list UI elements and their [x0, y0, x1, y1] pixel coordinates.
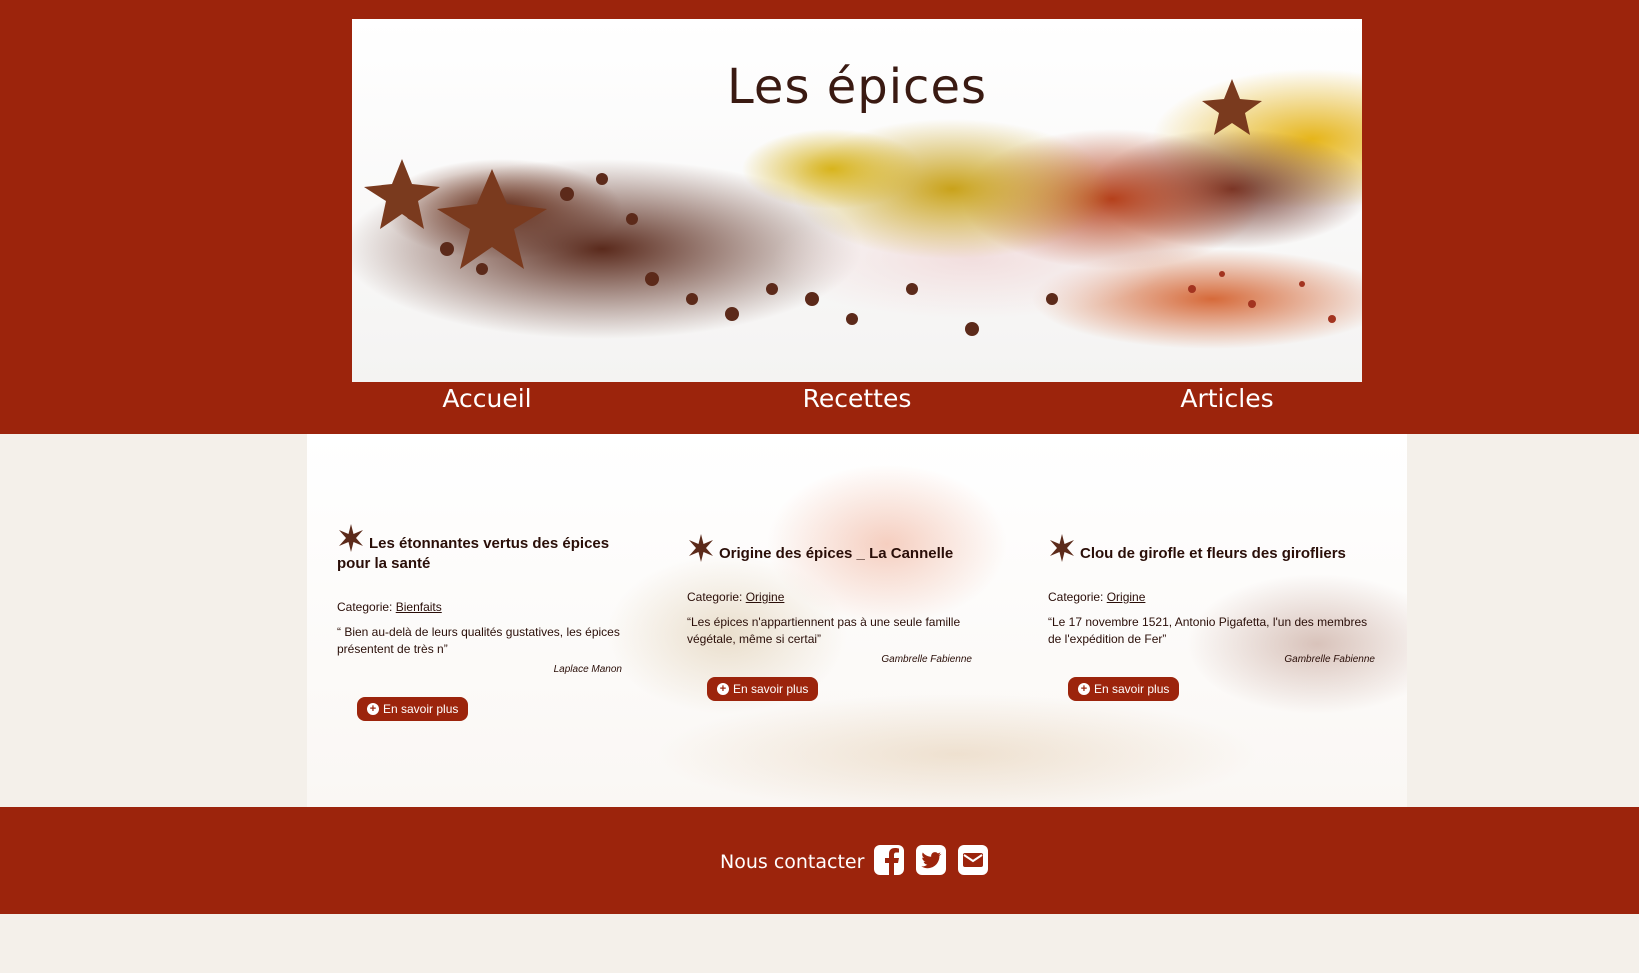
- article-card: Clou de girofle et fleurs des girofliers…: [1048, 534, 1375, 701]
- category-link[interactable]: Origine: [1107, 590, 1146, 604]
- site-title: Les épices: [727, 59, 987, 115]
- article-excerpt: “Les épices n'appartiennent pas à une se…: [687, 615, 961, 646]
- read-more-button[interactable]: + En savoir plus: [357, 697, 469, 721]
- article-title[interactable]: Les étonnantes vertus des épices pour la…: [337, 524, 622, 574]
- article-card: Origine des épices _ La Cannelle Categor…: [687, 534, 972, 701]
- article-excerpt: “ Bien au-delà de leurs qualités gustati…: [337, 625, 620, 656]
- category-link[interactable]: Origine: [746, 590, 785, 604]
- article-title[interactable]: Clou de girofle et fleurs des girofliers: [1048, 534, 1375, 564]
- star-anise-icon: [1050, 534, 1074, 562]
- article-author: Laplace Manon: [553, 664, 622, 675]
- article-card: Les étonnantes vertus des épices pour la…: [337, 524, 622, 721]
- star-anise-icon: [339, 524, 363, 552]
- article-title[interactable]: Origine des épices _ La Cannelle: [687, 534, 972, 564]
- site-footer: Nous contacter: [0, 807, 1639, 914]
- articles-section: Les étonnantes vertus des épices pour la…: [307, 434, 1407, 807]
- nav-accueil[interactable]: Accueil: [367, 384, 607, 413]
- article-category: Categorie: Origine: [687, 590, 785, 604]
- read-more-button[interactable]: + En savoir plus: [1068, 677, 1180, 701]
- nav-recettes[interactable]: Recettes: [737, 384, 977, 413]
- twitter-icon[interactable]: [915, 844, 947, 876]
- email-icon[interactable]: [957, 844, 989, 876]
- star-anise-icon: [689, 534, 713, 562]
- plus-circle-icon: +: [1078, 683, 1090, 695]
- header-banner: Les épices: [352, 19, 1362, 382]
- main-nav: Accueil Recettes Articles: [352, 384, 1362, 424]
- contact-label: Nous contacter: [720, 851, 865, 873]
- plus-circle-icon: +: [367, 703, 379, 715]
- site-header: Les épices Accueil Recettes Articles: [0, 0, 1639, 434]
- article-author: Gambrelle Fabienne: [881, 654, 972, 665]
- category-link[interactable]: Bienfaits: [396, 600, 442, 614]
- facebook-icon[interactable]: [873, 844, 905, 876]
- article-category: Categorie: Bienfaits: [337, 600, 442, 614]
- read-more-button[interactable]: + En savoir plus: [707, 677, 819, 701]
- article-author: Gambrelle Fabienne: [1284, 654, 1375, 665]
- article-category: Categorie: Origine: [1048, 590, 1146, 604]
- article-excerpt: “Le 17 novembre 1521, Antonio Pigafetta,…: [1048, 615, 1368, 646]
- plus-circle-icon: +: [717, 683, 729, 695]
- nav-articles[interactable]: Articles: [1107, 384, 1347, 413]
